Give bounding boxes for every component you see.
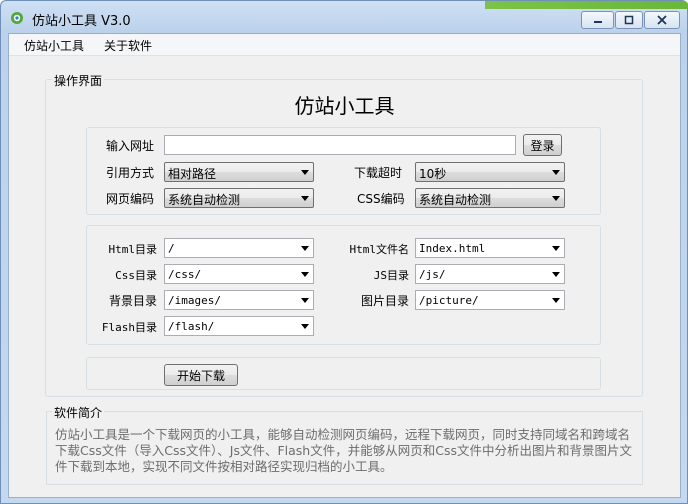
js-dir-label: JS目录 bbox=[373, 269, 409, 282]
minimize-icon bbox=[593, 21, 602, 23]
ref-mode-select[interactable]: 相对路径 bbox=[164, 162, 314, 182]
encoding-select[interactable]: 系统自动检测 bbox=[164, 188, 314, 208]
chevron-down-icon bbox=[552, 272, 560, 277]
start-download-button[interactable]: 开始下载 bbox=[164, 364, 238, 386]
css-encoding-label: CSS编码 bbox=[357, 192, 405, 206]
close-button[interactable] bbox=[644, 11, 680, 29]
menu-item-tool[interactable]: 仿站小工具 bbox=[18, 37, 90, 54]
ref-mode-label: 引用方式 bbox=[106, 166, 155, 180]
chevron-down-icon bbox=[552, 170, 560, 175]
chevron-down-icon bbox=[301, 272, 309, 277]
maximize-button[interactable] bbox=[615, 11, 643, 29]
chevron-down-icon bbox=[301, 196, 309, 201]
window-title: 仿站小工具 V3.0 bbox=[32, 14, 131, 29]
url-input[interactable] bbox=[164, 135, 516, 155]
intro-legend: 软件简介 bbox=[52, 404, 105, 421]
chevron-down-icon bbox=[552, 196, 560, 201]
html-dir-label: Html目录 bbox=[108, 243, 158, 256]
timeout-select[interactable]: 10秒 bbox=[415, 162, 565, 182]
close-icon bbox=[657, 15, 667, 25]
chevron-down-icon bbox=[301, 246, 309, 251]
login-button[interactable]: 登录 bbox=[523, 134, 562, 156]
css-dir-combo[interactable]: /css/ bbox=[164, 264, 314, 284]
timeout-label: 下载超时 bbox=[354, 166, 403, 180]
menu-item-about[interactable]: 关于软件 bbox=[98, 37, 158, 54]
html-file-label: Html文件名 bbox=[349, 243, 410, 256]
css-encoding-select[interactable]: 系统自动检测 bbox=[415, 188, 565, 208]
maximize-icon bbox=[624, 15, 634, 25]
html-dir-combo[interactable]: / bbox=[164, 238, 314, 258]
url-label: 输入网址 bbox=[106, 139, 155, 153]
encoding-label: 网页编码 bbox=[106, 192, 155, 206]
js-dir-combo[interactable]: /js/ bbox=[415, 264, 565, 284]
bg-dir-label: 背景目录 bbox=[108, 294, 157, 308]
bg-dir-combo[interactable]: /images/ bbox=[164, 290, 314, 310]
operation-legend: 操作界面 bbox=[52, 72, 105, 89]
chevron-down-icon bbox=[301, 298, 309, 303]
chevron-down-icon bbox=[552, 298, 560, 303]
minimize-button[interactable] bbox=[581, 11, 614, 29]
intro-text: 仿站小工具是一个下载网页的小工具，能够自动检测网页编码，远程下载网页，同时支持同… bbox=[55, 427, 632, 474]
chevron-down-icon bbox=[552, 246, 560, 251]
page-title: 仿站小工具 bbox=[294, 94, 395, 118]
chevron-down-icon bbox=[301, 324, 309, 329]
chevron-down-icon bbox=[301, 170, 309, 175]
img-dir-label: 图片目录 bbox=[360, 294, 409, 308]
title-bar[interactable]: 仿站小工具 V3.0 bbox=[1, 1, 688, 33]
html-file-combo[interactable]: Index.html bbox=[415, 238, 565, 258]
flash-dir-combo[interactable]: /flash/ bbox=[164, 316, 314, 336]
client-area: 仿站小工具 关于软件 操作界面 仿站小工具 输入网址 登录 引用方式 相对路径 … bbox=[8, 33, 681, 498]
menu-bar: 仿站小工具 关于软件 bbox=[9, 34, 680, 56]
img-dir-combo[interactable]: /picture/ bbox=[415, 290, 565, 310]
app-logo-icon bbox=[11, 12, 23, 24]
title-accent-strip bbox=[485, 1, 688, 9]
flash-dir-label: Flash目录 bbox=[101, 321, 157, 334]
app-window: 仿站小工具 V3.0 仿站小工具 关于软件 操作界面 仿站小工具 输入网址 登录… bbox=[0, 0, 688, 504]
css-dir-label: Css目录 bbox=[115, 269, 157, 282]
